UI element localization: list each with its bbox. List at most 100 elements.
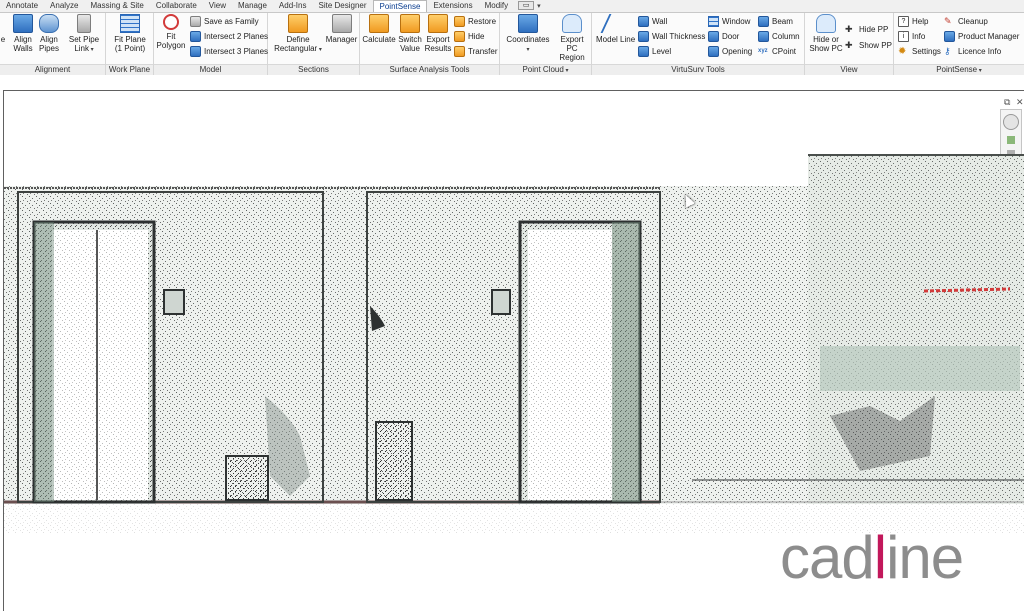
door-label: Door [722, 32, 740, 41]
cleanup-button[interactable]: ✎ Cleanup [944, 15, 988, 28]
align-walls-icon [13, 14, 33, 33]
cpoint-button[interactable]: xyz CPoint [758, 45, 796, 58]
fit-plane-icon [120, 14, 140, 33]
cpoint-label: CPoint [772, 47, 797, 56]
column-icon [758, 31, 769, 42]
transfer-button[interactable]: Transfer [454, 45, 498, 58]
help-label: Help [912, 17, 929, 26]
panel-title-view: View [805, 64, 893, 75]
family-icon [190, 16, 201, 27]
cleanup-label: Cleanup [958, 17, 988, 26]
hide-label: Hide [468, 32, 485, 41]
panel-point-cloud: Coordinates ▾ Export PC Region Point Clou… [500, 13, 592, 75]
show-pp-label: Show PP [859, 41, 892, 50]
align-walls-button[interactable]: Align Walls [10, 14, 36, 53]
hide-button[interactable]: Hide [454, 30, 484, 43]
level-button[interactable]: Level [638, 45, 671, 58]
panel-toggle-icon[interactable]: ▭ [518, 1, 535, 10]
panel-title-alignment: Alignment [0, 64, 105, 75]
tab-site-designer[interactable]: Site Designer [312, 0, 372, 12]
level-label: Level [652, 47, 672, 56]
calculate-label: Calculate [362, 35, 396, 44]
export-pc-region-button[interactable]: Export PC Region [554, 14, 590, 62]
align-walls-label: Align Walls [13, 35, 33, 53]
save-as-family-button[interactable]: Save as Family [190, 15, 259, 28]
column-button[interactable]: Column [758, 30, 800, 43]
product-manager-button[interactable]: Product Manager [944, 30, 1019, 43]
tab-view[interactable]: View [203, 0, 232, 12]
cadline-watermark-logo: cad l ine [780, 518, 964, 591]
restore-button[interactable]: Restore [454, 15, 496, 28]
coordinates-label: Coordinates [506, 35, 550, 44]
show-pp-button[interactable]: ✚ Show PP [845, 39, 892, 52]
intersect-2-icon [190, 31, 201, 42]
clipped-button[interactable]: e [0, 14, 6, 44]
pointsense-title-label: PointSense [936, 65, 978, 74]
settings-button[interactable]: ✹ Settings [898, 45, 941, 58]
watermark-prefix: cad [780, 524, 875, 591]
fit-polygon-button[interactable]: Fit Polygon [156, 14, 186, 50]
intersect-2-planes-button[interactable]: Intersect 2 Planes [190, 30, 268, 43]
tab-add-ins[interactable]: Add-Ins [273, 0, 313, 12]
export-results-button[interactable]: Export Results [424, 14, 452, 53]
hide-pp-icon: ✚ [845, 24, 853, 34]
wall-thickness-button[interactable]: Wall Thickness [638, 30, 705, 43]
chevron-down-icon: ▾ [317, 47, 322, 53]
restore-icon [454, 16, 465, 27]
align-pipes-button[interactable]: Align Pipes [37, 14, 61, 53]
product-manager-label: Product Manager [958, 32, 1020, 41]
manager-button[interactable]: Manager [325, 14, 358, 44]
set-pipe-link-button[interactable]: Set Pipe Link ▾ [64, 14, 104, 55]
info-icon: i [898, 31, 909, 42]
cleanup-icon: ✎ [944, 16, 952, 26]
tab-modify[interactable]: Modify [479, 0, 515, 12]
model-line-button[interactable]: Model Line [596, 14, 636, 44]
ribbon-tab-bar: Annotate Analyze Massing & Site Collabor… [0, 0, 1024, 13]
beam-button[interactable]: Beam [758, 15, 793, 28]
info-button[interactable]: i Info [898, 30, 925, 43]
model-line-label: Model Line [596, 35, 636, 44]
panel-title-work-plane: Work Plane [106, 64, 153, 75]
hide-or-show-pc-button[interactable]: Hide or Show PC [808, 14, 844, 53]
intersect-2-label: Intersect 2 Planes [204, 32, 269, 41]
fit-plane-button[interactable]: Fit Plane (1 Point) [110, 14, 150, 53]
export-results-icon [428, 14, 448, 33]
tab-extensions[interactable]: Extensions [427, 0, 478, 12]
ribbon: e Align Walls Align Pipes Set Pipe Link … [0, 13, 1024, 75]
pc-left-sink [225, 455, 269, 501]
define-rectangular-button[interactable]: Define Rectangular ▾ [272, 14, 324, 55]
settings-label: Settings [912, 47, 941, 56]
coordinates-button[interactable]: Coordinates ▾ [504, 14, 552, 55]
tab-massing-site[interactable]: Massing & Site [85, 0, 150, 12]
hide-pp-button[interactable]: ✚ Hide PP [845, 23, 888, 36]
intersect-3-planes-button[interactable]: Intersect 3 Planes [190, 45, 268, 58]
tab-collaborate[interactable]: Collaborate [150, 0, 203, 12]
licence-info-button[interactable]: ⚷ Licence Info [944, 45, 1001, 58]
opening-label: Opening [722, 47, 753, 56]
watermark-suffix: ine [886, 524, 964, 591]
panel-sections: Define Rectangular ▾ Manager Sections [268, 13, 360, 75]
window-button[interactable]: Window [708, 15, 750, 28]
wall-button[interactable]: Wall [638, 15, 667, 28]
door-button[interactable]: Door [708, 30, 739, 43]
panel-model: Fit Polygon Save as Family Intersect 2 P… [154, 13, 268, 75]
help-button[interactable]: ? Help [898, 15, 928, 28]
tab-manage[interactable]: Manage [232, 0, 273, 12]
tab-analyze[interactable]: Analyze [44, 0, 84, 12]
define-rectangular-icon [288, 14, 308, 33]
panel-title-sections: Sections [268, 64, 359, 75]
tab-pointsense[interactable]: PointSense [372, 0, 428, 12]
opening-button[interactable]: Opening [708, 45, 752, 58]
coordinates-icon [518, 14, 538, 33]
calculate-icon [369, 14, 389, 33]
hide-show-pc-icon [816, 14, 836, 33]
tab-annotate[interactable]: Annotate [0, 0, 44, 12]
fit-polygon-icon [163, 14, 179, 30]
panel-title-pointsense[interactable]: PointSense ▾ [894, 64, 1024, 75]
calculate-button[interactable]: Calculate [362, 14, 396, 44]
panel-title-point-cloud[interactable]: Point Cloud ▾ [500, 64, 591, 75]
panel-alignment: e Align Walls Align Pipes Set Pipe Link … [0, 13, 106, 75]
switch-value-button[interactable]: Switch Value [397, 14, 423, 53]
tab-overflow-chevron-icon[interactable]: ▾ [537, 2, 541, 10]
intersect-3-icon [190, 46, 201, 57]
